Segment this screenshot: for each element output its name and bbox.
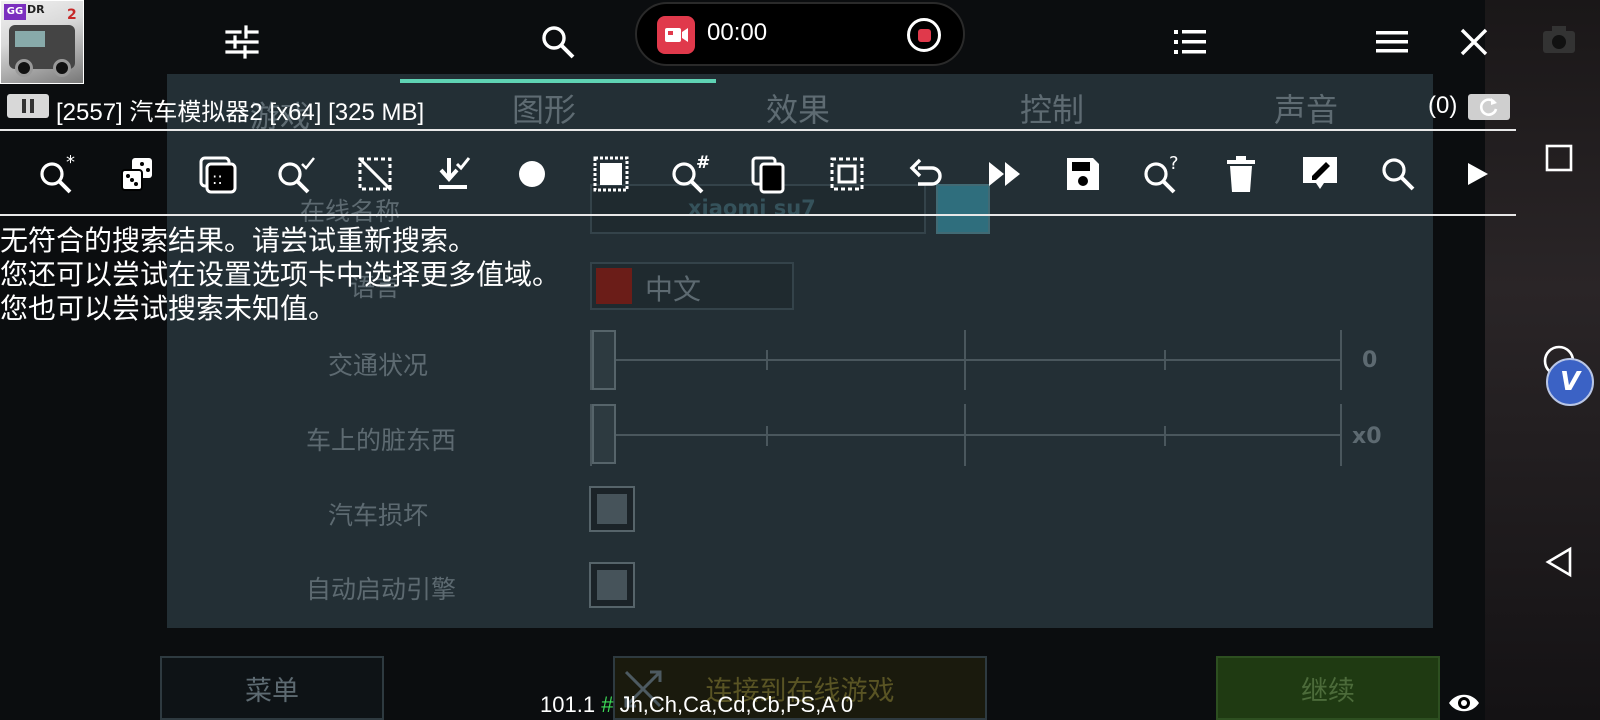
results-count: (0)	[1428, 92, 1458, 119]
search-hash-icon[interactable]: #	[666, 150, 714, 198]
camera-icon[interactable]	[1534, 14, 1584, 64]
dirt-slider-tick	[964, 404, 966, 466]
select-dashed-icon[interactable]	[351, 150, 399, 198]
traffic-slider-tick	[1340, 330, 1342, 390]
dirt-slider-value: x0	[1352, 424, 1382, 449]
divider-bottom	[0, 214, 1516, 216]
app-logo-icon[interactable]: GG DR 2	[0, 0, 84, 84]
save-icon[interactable]	[1059, 150, 1107, 198]
no-results-message: 无符合的搜索结果。请尝试重新搜索。 您还可以尝试在设置选项卡中选择更多值域。 您…	[0, 224, 560, 326]
search-star-icon[interactable]: *	[34, 150, 82, 198]
process-info: [2557] 汽车模拟器2 [x64] [325 MB]	[56, 99, 425, 126]
close-icon[interactable]	[1454, 22, 1494, 62]
download-check-icon[interactable]	[429, 150, 477, 198]
fuzzy-search-icon[interactable]: ::	[193, 150, 241, 198]
traffic-label: 交通状况	[327, 351, 428, 380]
eye-icon[interactable]	[1448, 690, 1480, 716]
recents-square-icon[interactable]	[1534, 133, 1584, 183]
chip-icon[interactable]	[587, 150, 635, 198]
traffic-slider-value: 0	[1362, 348, 1378, 373]
recording-timer: 00:00	[707, 19, 768, 46]
autostart-checkbox	[589, 562, 635, 608]
message-line-1: 无符合的搜索结果。请尝试重新搜索。	[0, 224, 477, 257]
stop-recording-icon[interactable]	[907, 18, 941, 52]
hash-mark: #	[601, 692, 614, 717]
fast-forward-icon[interactable]	[981, 150, 1029, 198]
autostart-label: 自动启动引擎	[305, 575, 456, 604]
flags-text: Jh,Ch,Ca,Cd,Cb,PS,A 0	[619, 692, 854, 717]
record-dot-icon[interactable]	[508, 150, 556, 198]
search-question-icon[interactable]: ?	[1138, 150, 1186, 198]
search-icon[interactable]	[1374, 150, 1422, 198]
process-bar: [2557] 汽车模拟器2 [x64] [325 MB] (0)	[0, 92, 1510, 126]
play-icon[interactable]	[1453, 150, 1501, 198]
divider-top	[0, 129, 1516, 131]
traffic-slider-track	[590, 359, 1342, 361]
pause-process-button[interactable]	[7, 94, 49, 118]
search-icon[interactable]	[538, 22, 578, 62]
search-check-icon[interactable]	[272, 150, 320, 198]
traffic-slider-tick	[964, 330, 966, 390]
tool-row: * :: # ?	[0, 142, 1516, 206]
delete-icon[interactable]	[1217, 150, 1265, 198]
damage-label: 汽车损坏	[327, 501, 428, 530]
version-text: 101.1	[540, 692, 596, 717]
traffic-slider-tick	[1164, 350, 1166, 370]
screen-recorder-pill: 00:00	[635, 2, 965, 66]
overlay-topbar: GG DR 2 00:00	[0, 0, 1520, 84]
svg-text:#: #	[696, 153, 710, 173]
floating-assistant-icon[interactable]: V	[1546, 358, 1594, 406]
svg-text:*: *	[66, 152, 75, 173]
video-camera-icon[interactable]	[657, 16, 695, 54]
dirt-slider-track	[590, 434, 1342, 436]
language-value: 中文	[645, 273, 702, 306]
traffic-slider-thumb	[592, 330, 616, 390]
svg-text:?: ?	[1169, 153, 1179, 174]
hamburger-menu-icon[interactable]	[1372, 22, 1412, 62]
game-continue-button: 继续	[1216, 656, 1440, 720]
edit-tag-icon[interactable]	[1296, 150, 1344, 198]
dirt-slider-tick	[766, 426, 768, 446]
dice-icon[interactable]	[114, 150, 162, 198]
dirt-label: 车上的脏东西	[305, 426, 456, 455]
language-flag	[596, 268, 632, 304]
message-line-2: 您还可以尝试在设置选项卡中选择更多值域。	[0, 258, 561, 291]
bottom-status-line: 101.1 # Jh,Ch,Ca,Cd,Cb,PS,A 0	[540, 692, 853, 718]
traffic-slider-tick	[766, 350, 768, 370]
message-line-3: 您也可以尝试搜索未知值。	[0, 292, 337, 325]
dirt-slider-thumb	[592, 404, 616, 464]
copy-icon[interactable]	[745, 150, 793, 198]
select-box-icon[interactable]	[823, 150, 871, 198]
settings-sliders-icon[interactable]	[222, 22, 262, 62]
list-icon[interactable]	[1170, 22, 1210, 62]
svg-text:::: ::	[212, 169, 223, 188]
game-menu-button: 菜单	[160, 656, 384, 720]
dirt-slider-tick	[1340, 404, 1342, 466]
damage-checkbox	[589, 486, 635, 532]
dirt-slider-tick	[1164, 426, 1166, 446]
back-triangle-icon[interactable]	[1534, 537, 1584, 587]
refresh-icon	[1480, 98, 1498, 116]
refresh-button[interactable]	[1468, 94, 1510, 120]
undo-icon[interactable]	[902, 150, 950, 198]
